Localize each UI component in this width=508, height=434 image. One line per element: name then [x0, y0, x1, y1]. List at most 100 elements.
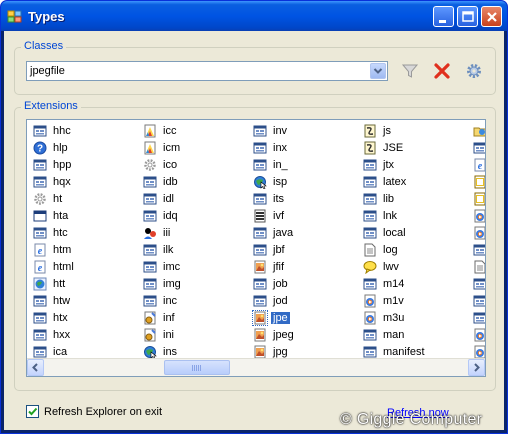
list-item-label: ht: [53, 193, 63, 205]
scroll-left-button[interactable]: [27, 359, 44, 376]
chevron-down-icon: [373, 68, 383, 74]
ie-document-icon: e: [34, 260, 46, 274]
gear-icon: [144, 159, 156, 171]
image-file-icon: [254, 260, 266, 274]
list-item-label: htc: [53, 227, 68, 239]
help-icon: ?: [33, 141, 47, 155]
scroll-thumb-grip: [192, 365, 202, 371]
list-item-label: hxx: [53, 329, 71, 341]
checkmark-icon: [28, 407, 38, 416]
speech-bubble-icon: [363, 261, 377, 274]
list-item-label: m14: [383, 278, 405, 290]
svg-text:?: ?: [37, 144, 43, 155]
window-app-icon: [253, 278, 267, 290]
list-item-label: idq: [163, 210, 178, 222]
window-app-icon: [363, 278, 377, 290]
image-file-icon: [254, 345, 266, 359]
refresh-explorer-label[interactable]: Refresh Explorer on exit: [44, 406, 162, 418]
list-item-label: jfif: [273, 261, 284, 273]
horizontal-scrollbar[interactable]: [27, 358, 485, 376]
extensions-group-label: Extensions: [21, 100, 81, 112]
window-app-icon: [363, 176, 377, 188]
list-item-label: htt: [53, 278, 66, 290]
color-profile-icon: [144, 124, 156, 138]
list-item-label: manifest: [383, 346, 425, 358]
media-file-icon: [364, 294, 376, 308]
window-app-icon: [33, 159, 47, 171]
scroll-right-button[interactable]: [468, 359, 485, 376]
svg-text:e: e: [38, 263, 43, 274]
list-item-label: htw: [53, 295, 71, 307]
window-app-icon: [143, 193, 157, 205]
scroll-thumb[interactable]: [164, 360, 230, 375]
close-icon: [487, 12, 497, 22]
refresh-explorer-checkbox[interactable]: [26, 405, 39, 418]
video-file-icon: [254, 209, 266, 223]
maximize-button[interactable]: [457, 6, 478, 27]
list-item-label: in_: [273, 159, 288, 171]
film-file-icon: [474, 192, 485, 206]
chat-users-icon: [144, 228, 156, 239]
window-app-icon: [473, 244, 485, 256]
minimize-icon: [439, 20, 446, 23]
classes-combobox[interactable]: jpegfile: [26, 61, 388, 81]
list-item-label: lwv: [383, 261, 399, 273]
list-item-label: inc: [163, 295, 178, 307]
image-file-icon: [254, 328, 266, 342]
classes-selected-value: jpegfile: [30, 65, 65, 77]
list-item-label: jpe: [271, 312, 290, 324]
dialog-client-area: Classes jpegfile Extensions hhc? hlp hpp hq…: [4, 31, 504, 430]
title-bar[interactable]: Types: [1, 1, 507, 31]
list-item-label: jpeg: [273, 329, 294, 341]
settings-file-icon: [144, 311, 156, 325]
folder-globe-icon: [473, 127, 485, 137]
list-item-label: inf: [163, 312, 175, 324]
window-app-icon: [143, 278, 157, 290]
list-item-label: ins: [163, 346, 178, 358]
media-file-icon: [474, 209, 485, 223]
window-app-icon: [33, 312, 47, 324]
window-app-icon: [363, 346, 377, 358]
window-title: Types: [28, 9, 65, 24]
settings-file-icon: [144, 328, 156, 342]
window-app-icon: [143, 244, 157, 256]
list-item-label: js: [383, 125, 391, 137]
delete-icon[interactable]: [433, 62, 451, 80]
list-item-label: jtx: [383, 159, 394, 171]
window-app-icon: [473, 278, 485, 290]
list-item-label: iii: [163, 227, 171, 239]
list-item-label: job: [273, 278, 288, 290]
gear-icon: [34, 193, 46, 205]
window-app-icon: [363, 159, 377, 171]
gear-icon[interactable]: [465, 62, 483, 80]
window-app-icon: [363, 227, 377, 239]
window-app-icon: [253, 159, 267, 171]
minimize-button[interactable]: [433, 6, 454, 27]
list-item-label: hpp: [53, 159, 72, 171]
classes-dropdown-button[interactable]: [370, 63, 386, 79]
list-item-label: imc: [163, 261, 181, 273]
media-file-icon: [364, 311, 376, 325]
filter-icon[interactable]: [401, 62, 419, 80]
window-app-icon: [253, 125, 267, 137]
list-item-label: hlp: [53, 142, 68, 154]
window-frame-icon: [33, 210, 47, 222]
window-app-icon: [253, 142, 267, 154]
window-app-icon: [143, 295, 157, 307]
list-item-label: its: [273, 193, 284, 205]
script-file-icon: [364, 124, 376, 138]
media-file-icon: [474, 328, 485, 342]
media-file-icon: [474, 345, 485, 359]
close-button[interactable]: [481, 6, 502, 27]
window-app-icon: [253, 295, 267, 307]
watermark: © Giggle Computer: [340, 411, 483, 428]
extensions-list[interactable]: hhc? hlp hpp hqx ht hta htc e htm e html htt htw htx h…: [26, 119, 486, 377]
window-app-icon: [363, 193, 377, 205]
classes-group-label: Classes: [21, 40, 67, 52]
globe-cursor-icon: [254, 176, 267, 189]
window-app-icon: [473, 142, 485, 154]
text-file-icon: [474, 260, 485, 274]
list-item-label: isp: [273, 176, 288, 188]
window-app-icon: [33, 329, 47, 341]
window-app-icon: [33, 346, 47, 358]
